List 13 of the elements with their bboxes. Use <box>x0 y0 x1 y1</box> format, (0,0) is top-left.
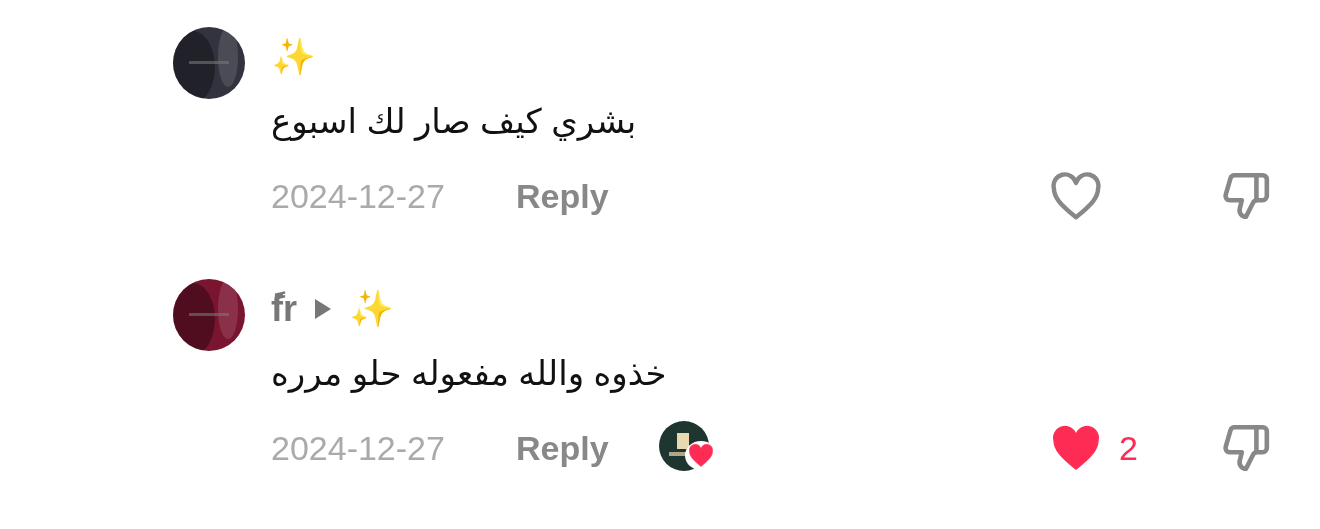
comment-date: 2024-12-27 <box>271 428 446 468</box>
play-icon <box>315 299 331 319</box>
comment-text: بشري كيف صار لك اسبوع <box>271 101 637 141</box>
username[interactable]: ✨ <box>271 36 316 78</box>
reply-button[interactable]: Reply <box>516 428 609 468</box>
reply-button[interactable]: Reply <box>516 176 609 216</box>
comment-text: خذوه والله مفعوله حلو مرره <box>271 353 667 393</box>
username[interactable]: ًfr <box>271 288 297 330</box>
like-count: 2 <box>1119 428 1138 468</box>
like-button[interactable]: 2 <box>1049 423 1179 473</box>
comment-date: 2024-12-27 <box>271 176 446 216</box>
reply-to-username[interactable]: ✨ <box>349 288 394 330</box>
heart-icon <box>686 443 715 469</box>
